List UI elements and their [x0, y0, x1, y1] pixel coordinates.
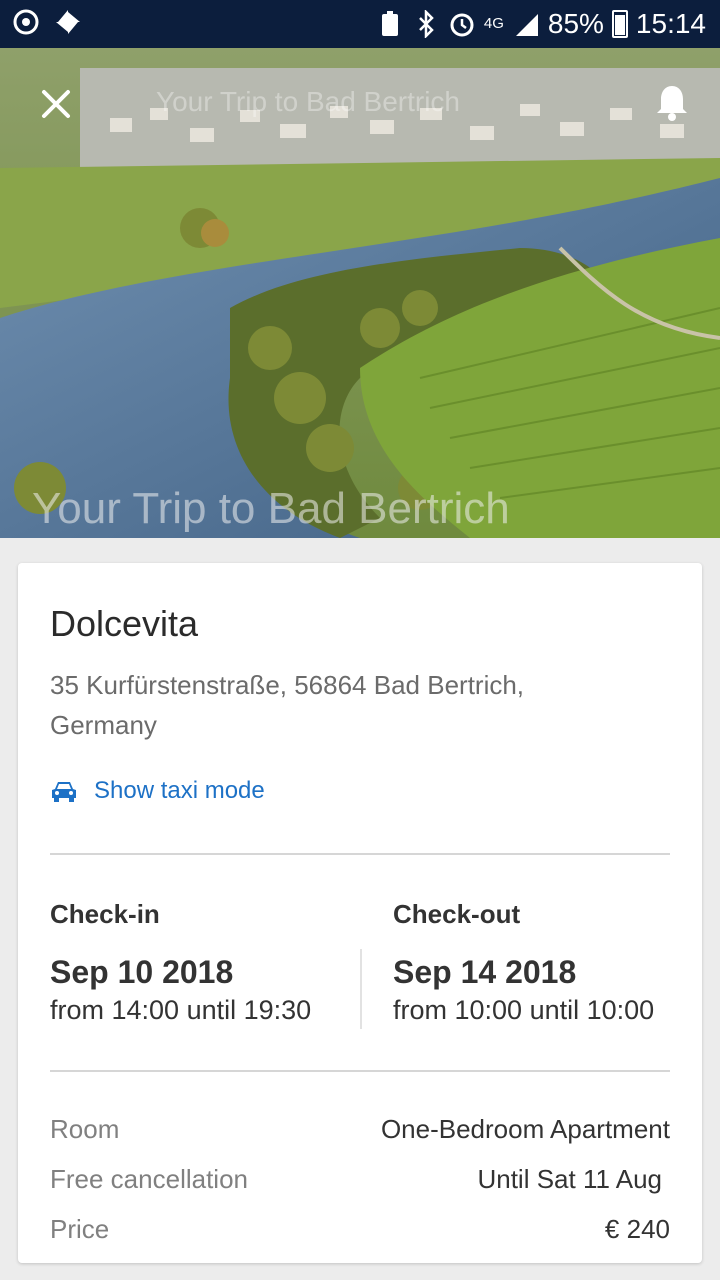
- checkin-section: Check-in Sep 10 2018 from 14:00 until 19…: [50, 899, 311, 1026]
- detail-value: One-Bedroom Apartment: [380, 1114, 670, 1144]
- checkin-heading: Check-in: [50, 899, 160, 929]
- booking-card: Dolcevita 35 Kurfürstenstraße, 56864 Bad…: [18, 563, 702, 1263]
- screen: 4G 85% 15:14 Your Trip to Bad Bertrich Y…: [0, 0, 720, 1280]
- stay-dates: Check-in Sep 10 2018 from 14:00 until 19…: [50, 899, 670, 1029]
- detail-value: € 240: [604, 1214, 670, 1244]
- hero-image: Your Trip to Bad Bertrich Your Trip to B…: [0, 48, 720, 538]
- show-taxi-mode-link[interactable]: Show taxi mode: [50, 777, 265, 805]
- detail-row-room: Room One-Bedroom Apartment: [50, 1114, 670, 1154]
- status-bar: 4G 85% 15:14: [0, 0, 720, 48]
- alarm-icon: [450, 13, 474, 37]
- river-landscape-photo: [0, 48, 720, 538]
- hotel-address: 35 Kurfürstenstraße, 56864 Bad Bertrich,…: [50, 670, 525, 740]
- detail-value: Until Sat 11 Aug: [477, 1164, 662, 1194]
- vertical-divider: [360, 949, 362, 1029]
- checkout-heading: Check-out: [393, 899, 521, 929]
- checkout-date: Sep 14 2018: [393, 954, 577, 990]
- sync-icon: [13, 9, 39, 35]
- hero-title: Your Trip to Bad Bertrich: [32, 484, 510, 533]
- checkout-section: Check-out Sep 14 2018 from 10:00 until 1…: [393, 899, 654, 1026]
- checkin-date: Sep 10 2018: [50, 954, 234, 990]
- close-icon[interactable]: [38, 86, 74, 122]
- detail-label: Room: [50, 1114, 120, 1144]
- detail-label: Free cancellation: [50, 1164, 248, 1194]
- notification-bell-icon[interactable]: [652, 82, 692, 122]
- clock: 15:14: [635, 8, 706, 39]
- battery-percent: 85%: [547, 8, 604, 39]
- divider: [50, 1070, 670, 1072]
- taxi-mode-label: Show taxi mode: [94, 777, 265, 804]
- battery-saver-icon: [381, 11, 398, 36]
- signal-icon: [515, 14, 538, 36]
- checkout-time: from 10:00 until 10:00: [393, 995, 655, 1025]
- toolbar-title: Your Trip to Bad Bertrich: [156, 86, 461, 117]
- detail-row-price: Price € 240: [50, 1214, 670, 1254]
- hotel-name: Dolcevita: [50, 603, 199, 644]
- battery-icon: [611, 10, 628, 38]
- bluetooth-icon: [418, 10, 434, 38]
- checkin-time: from 14:00 until 19:30: [50, 995, 312, 1025]
- detail-label: Price: [50, 1214, 110, 1244]
- pinwheel-icon: [56, 10, 80, 34]
- detail-row-cancellation: Free cancellation Until Sat 11 Aug: [50, 1164, 670, 1204]
- network-type: 4G: [483, 15, 504, 32]
- taxi-icon: [52, 782, 76, 802]
- divider: [50, 853, 670, 855]
